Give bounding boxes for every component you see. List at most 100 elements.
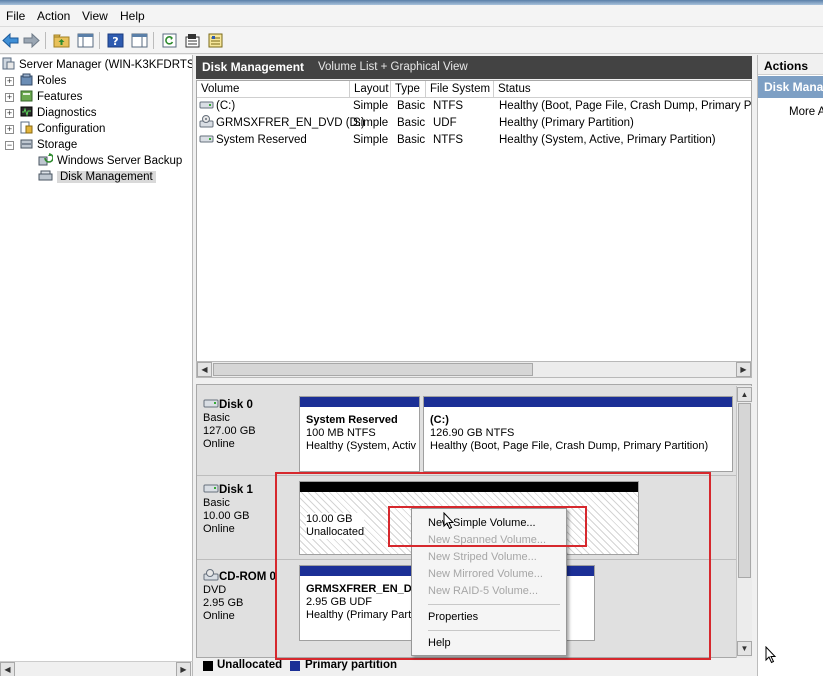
cell-file-system: NTFS [433, 100, 464, 112]
properties-icon[interactable] [183, 31, 202, 50]
primary-partition-bar [300, 397, 419, 407]
tree-item-configuration[interactable]: Configuration [20, 121, 105, 137]
actions-section-disk-management[interactable]: Disk Mana [758, 76, 823, 98]
show-hide-tree-icon[interactable] [76, 31, 95, 50]
disk-management-icon [38, 170, 53, 181]
legend-label-primary: Primary partition [305, 659, 398, 671]
expander-roles[interactable]: + [5, 77, 14, 86]
cdrom-icon [203, 569, 219, 581]
menu-action[interactable]: Action [37, 9, 70, 23]
partition-c-drive[interactable]: (C:) 126.90 GB NTFS Healthy (Boot, Page … [423, 396, 733, 472]
server-manager-icon [2, 57, 15, 70]
backup-icon [38, 153, 53, 166]
forward-icon[interactable] [22, 31, 41, 50]
mouse-cursor-icon [443, 512, 455, 530]
scroll-thumb[interactable] [738, 403, 751, 578]
svg-text:?: ? [112, 35, 118, 48]
highlight-box-new-simple-volume [388, 506, 587, 547]
menu-separator [428, 630, 560, 631]
primary-partition-bar [424, 397, 732, 407]
expander-storage[interactable]: − [5, 141, 14, 150]
more-actions-link[interactable]: More A [789, 106, 823, 118]
actions-header: Actions [758, 55, 823, 75]
view-subtitle: Volume List + Graphical View [318, 61, 468, 73]
toolbar: ? [0, 27, 823, 54]
scroll-left-icon[interactable]: ◀ [197, 362, 212, 377]
settings-icon[interactable] [206, 31, 225, 50]
scroll-right-icon[interactable]: ▶ [736, 362, 751, 377]
page-title: Disk Management [202, 60, 305, 74]
cell-layout: Simple [353, 117, 389, 129]
cell-type: Basic [397, 100, 426, 112]
tree-item-windows-server-backup[interactable]: Windows Server Backup [38, 153, 182, 169]
column-header-volume[interactable]: Volume [197, 81, 350, 98]
partition-system-reserved[interactable]: System Reserved 100 MB NTFS Healthy (Sys… [299, 396, 420, 472]
up-folder-icon[interactable] [52, 31, 71, 50]
menu-item-new-striped-volume[interactable]: New Striped Volume... [428, 551, 537, 563]
cell-layout: Simple [353, 134, 389, 146]
drive-icon [199, 101, 214, 109]
tree-horizontal-scrollbar[interactable]: ◀ ▶ [0, 661, 193, 676]
menu-item-properties[interactable]: Properties [428, 611, 478, 623]
menu-item-help[interactable]: Help [428, 637, 451, 649]
table-row[interactable]: System Reserved [199, 132, 349, 149]
legend-label-unallocated: Unallocated [217, 659, 283, 671]
diagnostics-icon [20, 106, 33, 117]
column-header-file-system[interactable]: File System [426, 81, 494, 98]
scroll-left-icon[interactable]: ◀ [0, 662, 15, 676]
cell-status: Healthy (Primary Partition) [499, 117, 634, 129]
cell-file-system: NTFS [433, 134, 464, 146]
tree-item-roles[interactable]: Roles [20, 73, 66, 89]
scroll-up-icon[interactable]: ▲ [737, 387, 752, 402]
scroll-right-icon[interactable]: ▶ [176, 662, 191, 676]
expander-configuration[interactable]: + [5, 125, 14, 134]
tree-item-disk-management[interactable]: Disk Management [38, 169, 156, 185]
menu-separator [428, 604, 560, 605]
cell-status: Healthy (Boot, Page File, Crash Dump, Pr… [499, 100, 752, 112]
scroll-down-icon[interactable]: ▼ [737, 641, 752, 656]
configuration-icon [20, 121, 33, 134]
disk-icon [203, 484, 219, 493]
table-row[interactable]: (C:) [199, 98, 349, 115]
menu-item-new-mirrored-volume[interactable]: New Mirrored Volume... [428, 568, 543, 580]
features-icon [20, 90, 33, 102]
volume-list: Volume Layout Type File System Status (C… [196, 80, 752, 377]
column-header-layout[interactable]: Layout [350, 81, 391, 98]
volume-list-horizontal-scrollbar[interactable]: ◀ ▶ [196, 361, 752, 378]
dvd-drive-icon [199, 115, 214, 128]
tree-root-server-manager[interactable]: Server Manager (WIN-K3KFDRTSL0 [2, 57, 192, 73]
legend-swatch-primary [290, 661, 300, 671]
cell-layout: Simple [353, 100, 389, 112]
menu-file[interactable]: File [6, 9, 25, 23]
console-tree: Server Manager (WIN-K3KFDRTSL0 + Roles +… [0, 55, 193, 661]
menu-help[interactable]: Help [120, 9, 145, 23]
expander-features[interactable]: + [5, 93, 14, 102]
back-icon[interactable] [1, 31, 20, 50]
disk-icon [203, 399, 219, 408]
graphical-view-vertical-scrollbar[interactable]: ▲ ▼ [736, 386, 752, 658]
storage-icon [20, 139, 33, 149]
menu-item-new-raid5-volume[interactable]: New RAID-5 Volume... [428, 585, 538, 597]
scroll-thumb[interactable] [213, 363, 533, 376]
table-row[interactable]: GRMSXFRER_EN_DVD (D:) [199, 115, 365, 132]
tree-item-storage[interactable]: Storage [20, 137, 77, 153]
cell-file-system: UDF [433, 117, 457, 129]
menu-view[interactable]: View [82, 9, 108, 23]
legend-swatch-unallocated [203, 661, 213, 671]
drive-icon [199, 135, 214, 143]
cell-type: Basic [397, 134, 426, 146]
expander-diagnostics[interactable]: + [5, 109, 14, 118]
show-hide-action-pane-icon[interactable] [130, 31, 149, 50]
tree-item-diagnostics[interactable]: Diagnostics [20, 105, 96, 121]
cell-status: Healthy (System, Active, Primary Partiti… [499, 134, 716, 146]
column-header-status[interactable]: Status [494, 81, 751, 98]
legend: Unallocated Primary partition [196, 658, 752, 676]
mouse-cursor-icon [765, 646, 777, 664]
column-header-type[interactable]: Type [391, 81, 426, 98]
actions-pane: Actions Disk Mana More A [757, 55, 823, 676]
menu-bar: File Action View Help [0, 5, 823, 27]
refresh-icon[interactable] [160, 31, 179, 50]
disk-0-info[interactable]: Disk 0 Basic 127.00 GB Online [203, 399, 293, 451]
help-icon[interactable]: ? [106, 31, 125, 50]
tree-item-features[interactable]: Features [20, 89, 82, 105]
